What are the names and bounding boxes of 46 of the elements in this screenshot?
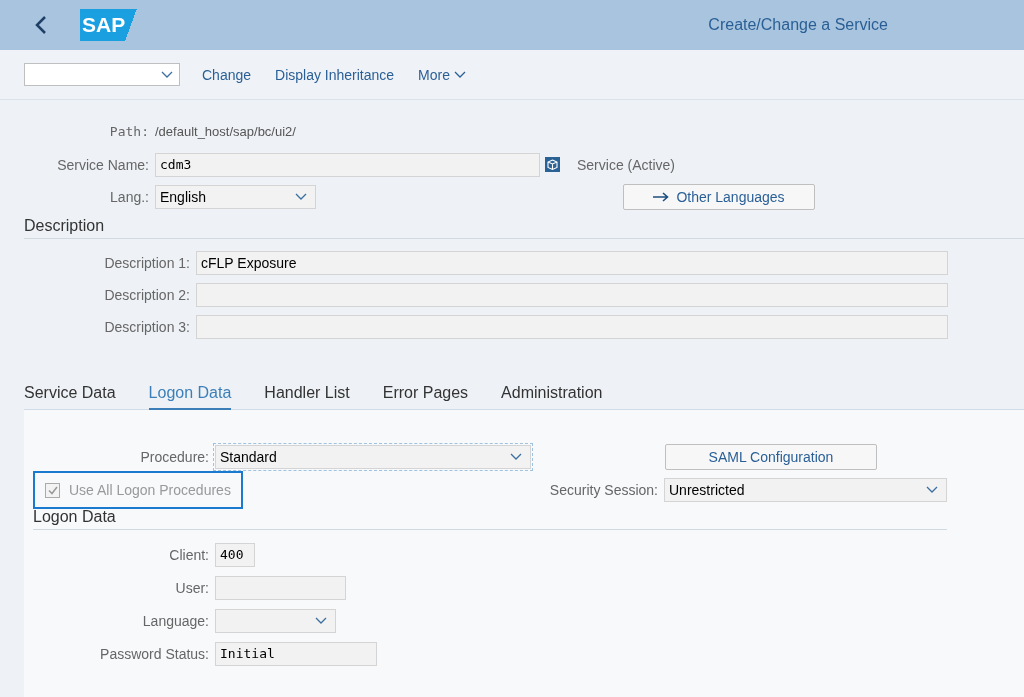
language-label: Lang.:: [109, 189, 150, 205]
service-name-field[interactable]: cdm3: [155, 152, 540, 177]
chevron-down-icon: [295, 193, 307, 201]
path-value: /default_host/sap/bc/ui2/: [155, 123, 296, 139]
description-label: Description 2:: [103, 286, 191, 303]
description-field[interactable]: [196, 282, 948, 307]
description-field[interactable]: cFLP Exposure: [196, 250, 948, 275]
security-session-label: Security Session:: [548, 482, 659, 498]
logon-field-label: Client:: [168, 546, 210, 563]
language-dropdown[interactable]: English: [155, 185, 316, 209]
other-languages-button[interactable]: Other Languages: [623, 184, 815, 210]
cube-icon: [545, 157, 560, 172]
chevron-down-icon: [510, 452, 522, 461]
logon-field-label: Password Status:: [99, 645, 210, 662]
arrow-right-icon: [653, 192, 670, 202]
logon-field[interactable]: 400: [215, 542, 255, 567]
saml-configuration-button[interactable]: SAML Configuration: [665, 443, 877, 470]
logon-field-label: User:: [174, 579, 210, 596]
procedure-label: Procedure:: [139, 448, 210, 465]
procedure-dropdown[interactable]: Standard: [215, 444, 531, 469]
toolbar-button[interactable]: Change: [190, 66, 264, 83]
security-session-dropdown[interactable]: Unrestricted: [664, 478, 947, 502]
toolbar-button[interactable]: Display Inheritance: [263, 66, 407, 83]
toolbar-dropdown[interactable]: [24, 63, 180, 86]
logon-field[interactable]: Initial: [215, 641, 377, 666]
toolbar-button[interactable]: More: [406, 66, 478, 83]
service-name-label: Service Name:: [56, 156, 150, 173]
page-title: Create/Change a Service: [708, 16, 888, 34]
description-label: Description 3:: [103, 318, 191, 335]
chevron-down-icon: [315, 616, 327, 625]
tab[interactable]: Error Pages: [382, 384, 469, 410]
chevron-down-icon: [926, 486, 938, 494]
back-chevron-icon[interactable]: [35, 16, 47, 34]
logon-field-label: Language:: [141, 612, 210, 629]
chevron-down-icon: [161, 70, 173, 79]
description-field[interactable]: [196, 314, 948, 339]
logon-dropdown[interactable]: [215, 608, 336, 633]
tab[interactable]: Administration: [501, 384, 603, 410]
logon-field[interactable]: [215, 575, 346, 600]
section-header: Description: [24, 217, 1024, 239]
description-label: Description 1:: [103, 254, 191, 271]
tab[interactable]: Handler List: [264, 384, 350, 410]
service-status: Service (Active): [577, 156, 676, 173]
tab[interactable]: Service Data: [24, 384, 116, 410]
path-label: Path:: [108, 123, 150, 139]
section-header: Logon Data: [33, 508, 947, 530]
